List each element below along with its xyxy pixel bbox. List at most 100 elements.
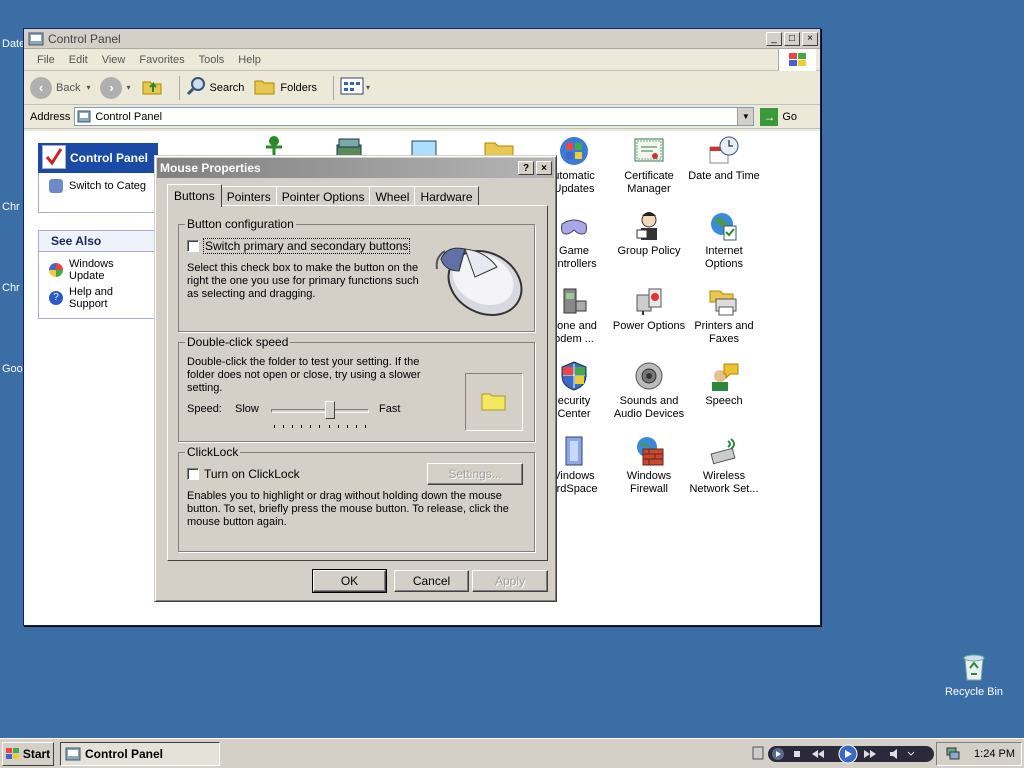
dialog-close-button[interactable]: × xyxy=(536,161,552,175)
desktop-label-fragment[interactable]: Goo xyxy=(2,363,23,375)
switch-to-category-link[interactable]: Switch to Categ xyxy=(49,179,147,193)
mouse-illustration-icon xyxy=(429,231,525,326)
mouse-properties-dialog[interactable]: Mouse Properties ? × Buttons Pointers Po… xyxy=(154,155,557,602)
double-click-slider-thumb[interactable] xyxy=(324,401,335,419)
search-button[interactable]: Search xyxy=(186,76,244,99)
apply-button[interactable]: Apply xyxy=(472,570,548,592)
search-icon xyxy=(186,76,206,99)
printers-and-faxes-label-2: Faxes xyxy=(709,333,739,345)
menu-favorites[interactable]: Favorites xyxy=(132,54,191,66)
double-click-test-area[interactable] xyxy=(465,373,523,431)
maximize-button[interactable]: □ xyxy=(784,31,800,46)
security-center-icon xyxy=(558,360,590,392)
internet-options-item[interactable]: Internet Options xyxy=(684,210,764,271)
views-button[interactable]: ▾ xyxy=(340,76,370,99)
help-icon: ? xyxy=(49,291,63,305)
menu-view[interactable]: View xyxy=(95,54,133,66)
desktop-label-fragment[interactable]: Chr xyxy=(2,282,20,294)
desktop-label-fragment[interactable]: Chr xyxy=(2,201,20,213)
clicklock-label: Turn on ClickLock xyxy=(204,467,300,481)
menu-bar: File Edit View Favorites Tools Help xyxy=(24,49,820,71)
forward-button[interactable]: › ▾ xyxy=(100,76,131,99)
clock[interactable]: 1:24 PM xyxy=(974,748,1015,760)
windows-update-icon xyxy=(49,263,63,277)
description-line: button. To set, briefly press the mouse … xyxy=(187,503,509,515)
description-line: Enables you to highlight or drag without… xyxy=(187,490,502,502)
menu-tools[interactable]: Tools xyxy=(192,54,232,66)
menu-file[interactable]: File xyxy=(30,54,62,66)
speed-label: Speed: xyxy=(187,403,222,415)
power-options-icon xyxy=(633,285,665,317)
printers-and-faxes-icon xyxy=(708,285,740,317)
start-button[interactable]: Start xyxy=(2,741,54,766)
folders-label: Folders xyxy=(280,81,318,94)
speech-item[interactable]: Speech xyxy=(684,360,764,408)
help-button[interactable]: ? xyxy=(518,161,534,175)
help-and-support-link[interactable]: ? Help and Support xyxy=(49,286,147,310)
printers-and-faxes-label-1: Printers and xyxy=(694,320,754,332)
internet-options-icon xyxy=(708,210,740,242)
dialog-titlebar[interactable]: Mouse Properties ? × xyxy=(157,158,554,178)
tab-buttons[interactable]: Buttons xyxy=(167,184,222,207)
ok-button[interactable]: OK xyxy=(312,569,387,593)
close-button[interactable]: × xyxy=(802,31,818,46)
switch-buttons-checkbox[interactable] xyxy=(187,240,199,252)
go-button[interactable]: → Go xyxy=(760,107,797,126)
description-line: right the one you use for primary functi… xyxy=(187,275,419,287)
task-pane-header: Control Panel xyxy=(38,143,158,173)
clicklock-checkbox-row[interactable]: Turn on ClickLock xyxy=(187,467,300,481)
network-icon[interactable] xyxy=(946,746,960,763)
double-click-slider-track[interactable] xyxy=(271,409,369,413)
power-options-label: Power Options xyxy=(612,320,686,332)
windows-firewall-item[interactable]: Windows Firewall xyxy=(609,435,689,496)
tab-hardware[interactable]: Hardware xyxy=(414,186,479,206)
switch-buttons-checkbox-row[interactable]: Switch primary and secondary buttons xyxy=(187,238,411,254)
address-dropdown-button[interactable]: ▼ xyxy=(737,108,754,125)
back-button[interactable]: ‹ Back ▾ xyxy=(30,76,90,99)
button-config-description: Select this check box to make the button… xyxy=(187,262,427,301)
task-pane-title: Control Panel xyxy=(70,151,149,165)
menu-edit[interactable]: Edit xyxy=(62,54,95,66)
taskbar: Start Control Panel 1:24 PM xyxy=(0,738,1024,768)
speech-icon xyxy=(708,360,740,392)
sounds-and-audio-item[interactable]: Sounds and Audio Devices xyxy=(609,360,689,421)
media-player-toolbar xyxy=(752,743,938,765)
minimize-button[interactable]: _ xyxy=(766,31,782,46)
clicklock-checkbox[interactable] xyxy=(187,468,199,480)
cancel-button[interactable]: Cancel xyxy=(394,570,469,592)
taskbar-control-panel-button[interactable]: Control Panel xyxy=(60,741,220,766)
folders-button[interactable]: Folders xyxy=(254,77,317,98)
address-input[interactable]: Control Panel ▼ xyxy=(74,107,755,126)
speech-label: Speech xyxy=(705,395,743,407)
description-line: setting. xyxy=(187,382,223,394)
up-folder-button[interactable] xyxy=(141,76,163,99)
clicklock-description: Enables you to highlight or drag without… xyxy=(187,490,532,529)
close-icon: × xyxy=(541,162,547,174)
tab-pointers[interactable]: Pointers xyxy=(220,186,277,206)
tab-pointer-options[interactable]: Pointer Options xyxy=(275,186,371,206)
clicklock-settings-button[interactable]: Settings... xyxy=(427,463,523,485)
description-line: Select this check box to make the button… xyxy=(187,262,419,274)
certificate-manager-item[interactable]: Certificate Manager xyxy=(609,135,689,196)
power-options-item[interactable]: Power Options xyxy=(609,285,689,333)
recycle-bin[interactable]: Recycle Bin xyxy=(934,650,1014,698)
media-controls-icon[interactable] xyxy=(768,744,936,764)
date-and-time-item[interactable]: Date and Time xyxy=(684,135,764,183)
menu-help[interactable]: Help xyxy=(231,54,268,66)
windows-update-link[interactable]: Windows Update xyxy=(49,258,147,282)
wireless-network-item[interactable]: Wireless Network Set... xyxy=(684,435,764,496)
tab-wheel[interactable]: Wheel xyxy=(369,186,416,206)
group-policy-label: Group Policy xyxy=(617,245,681,257)
printers-and-faxes-item[interactable]: Printers and Faxes xyxy=(684,285,764,346)
wireless-network-label-2: Network Set... xyxy=(689,483,759,495)
window-titlebar[interactable]: Control Panel _ □ × xyxy=(24,29,820,49)
clicklock-group: ClickLock Turn on ClickLock Settings... … xyxy=(178,445,535,552)
see-also-body: Windows Update ? Help and Support xyxy=(38,252,158,319)
media-player-icon xyxy=(752,745,764,764)
windows-firewall-label-2: Firewall xyxy=(630,483,668,495)
standard-toolbar: ‹ Back ▾ › ▾ Search Folders ▾ xyxy=(24,71,820,105)
forward-arrow-icon: › xyxy=(100,76,123,99)
group-policy-item[interactable]: Group Policy xyxy=(609,210,689,258)
control-panel-task-pane: Control Panel Switch to Categ xyxy=(38,143,158,213)
desktop-label-fragment[interactable]: Date xyxy=(2,38,25,50)
